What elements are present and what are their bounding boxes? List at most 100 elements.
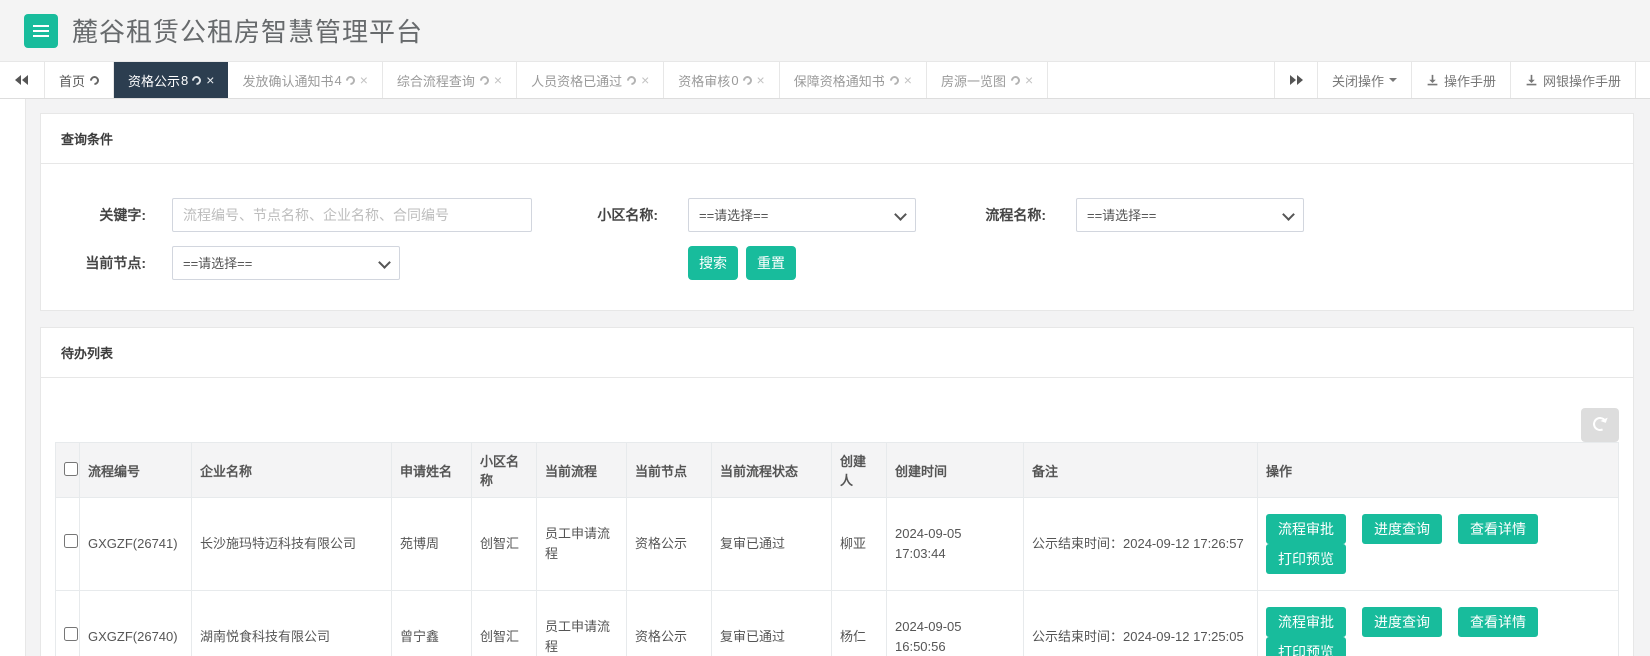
scroll-tabs-left-button[interactable]	[0, 62, 45, 98]
clipped-tab-tool[interactable]: 回	[1635, 62, 1650, 98]
col-header-code: 流程编号	[80, 443, 192, 498]
refresh-tab-icon[interactable]	[888, 74, 901, 87]
tab-bar: 首页 资格公示8 × 发放确认通知书4 × 综合流程查询 × 人员资格已通过 ×…	[0, 62, 1650, 99]
cell-code: GXGZF(26740)	[80, 591, 192, 656]
download-icon	[1525, 74, 1538, 87]
tab-comprehensive-flow-query[interactable]: 综合流程查询 ×	[383, 62, 517, 98]
refresh-tab-icon[interactable]	[1009, 74, 1022, 87]
row-checkbox[interactable]	[64, 627, 78, 641]
cell-remark: 公示结束时间：2024-09-12 17:25:05	[1024, 591, 1258, 656]
col-header-community: 小区名称	[472, 443, 537, 498]
current-node-label: 当前节点:	[56, 253, 146, 273]
tab-issue-confirmation-notice[interactable]: 发放确认通知书4 ×	[228, 62, 382, 98]
scroll-tabs-right-button[interactable]	[1274, 62, 1317, 98]
table-header-row: 流程编号 企业名称 申请姓名 小区名称 当前流程 当前节点 当前流程状态 创建人…	[56, 443, 1619, 498]
search-panel: 查询条件 关键字: 小区名称: ==请选择== 流程名称: ==请选择==	[40, 113, 1634, 311]
cell-community: 创智汇	[472, 591, 537, 656]
close-tab-icon[interactable]: ×	[641, 73, 649, 87]
search-panel-title: 查询条件	[41, 114, 1633, 164]
double-chevron-left-icon	[15, 75, 21, 85]
node-select-wrapper: ==请选择==	[172, 246, 400, 280]
double-chevron-right-icon	[1290, 75, 1296, 85]
page-title: 麓谷租赁公租房智慧管理平台	[72, 12, 423, 49]
cell-node: 资格公示	[627, 591, 712, 656]
cell-creator: 柳亚	[832, 498, 887, 591]
cell-actions: 流程审批进度查询查看详情打印预览	[1258, 591, 1619, 656]
community-select[interactable]: ==请选择==	[688, 198, 916, 232]
todo-panel: 待办列表 流程编号	[40, 327, 1634, 656]
flow-name-label: 流程名称:	[916, 205, 1046, 225]
close-tab-icon[interactable]: ×	[757, 73, 765, 87]
close-tab-icon[interactable]: ×	[1025, 73, 1033, 87]
view-details-button[interactable]: 查看详情	[1458, 514, 1538, 544]
refresh-table-button[interactable]	[1581, 408, 1619, 442]
view-details-button[interactable]: 查看详情	[1458, 607, 1538, 637]
print-preview-button[interactable]: 打印预览	[1266, 544, 1346, 574]
cell-applicant: 曾宁鑫	[392, 591, 472, 656]
cell-company: 长沙施玛特迈科技有限公司	[192, 498, 392, 591]
refresh-icon	[1591, 415, 1609, 433]
col-header-creator: 创建人	[832, 443, 887, 498]
progress-query-button[interactable]: 进度查询	[1362, 607, 1442, 637]
community-select-wrapper: ==请选择==	[688, 198, 916, 232]
close-tab-icon[interactable]: ×	[494, 73, 502, 87]
operation-manual-button[interactable]: 操作手册	[1411, 62, 1510, 98]
table-row: GXGZF(26740) 湖南悦食科技有限公司 曾宁鑫 创智汇 员工申请流程 资…	[56, 591, 1619, 656]
refresh-tab-icon[interactable]	[478, 74, 491, 87]
todo-table: 流程编号 企业名称 申请姓名 小区名称 当前流程 当前节点 当前流程状态 创建人…	[55, 442, 1619, 656]
refresh-tab-icon[interactable]	[88, 74, 101, 87]
cell-creator: 杨仁	[832, 591, 887, 656]
close-tab-icon[interactable]: ×	[360, 73, 368, 87]
hamburger-icon	[33, 25, 49, 27]
cell-flow: 员工申请流程	[537, 591, 627, 656]
hamburger-menu-button[interactable]	[24, 14, 58, 48]
col-header-remark: 备注	[1024, 443, 1258, 498]
flow-approve-button[interactable]: 流程审批	[1266, 607, 1346, 637]
tab-home[interactable]: 首页	[45, 62, 114, 98]
bank-operation-manual-button[interactable]: 网银操作手册	[1510, 62, 1635, 98]
col-header-node: 当前节点	[627, 443, 712, 498]
tab-personnel-qualification-passed[interactable]: 人员资格已通过 ×	[517, 62, 664, 98]
app-header: 麓谷租赁公租房智慧管理平台	[0, 0, 1650, 62]
col-header-created: 创建时间	[887, 443, 1024, 498]
refresh-tab-icon[interactable]	[344, 74, 357, 87]
refresh-tab-icon[interactable]	[625, 74, 638, 87]
community-label: 小区名称:	[532, 205, 658, 225]
cell-community: 创智汇	[472, 498, 537, 591]
refresh-tab-icon[interactable]	[190, 74, 203, 87]
cell-code: GXGZF(26741)	[80, 498, 192, 591]
cell-status: 复审已通过	[712, 498, 832, 591]
keyword-label: 关键字:	[56, 205, 146, 225]
refresh-tab-icon[interactable]	[741, 74, 754, 87]
select-all-checkbox[interactable]	[64, 462, 78, 476]
tab-housing-overview[interactable]: 房源一览图 ×	[927, 62, 1048, 98]
col-header-applicant: 申请姓名	[392, 443, 472, 498]
progress-query-button[interactable]: 进度查询	[1362, 514, 1442, 544]
close-operations-dropdown[interactable]: 关闭操作	[1317, 62, 1411, 98]
col-header-actions: 操作	[1258, 443, 1619, 498]
table-toolbar	[55, 390, 1619, 442]
col-header-company: 企业名称	[192, 443, 392, 498]
flow-approve-button[interactable]: 流程审批	[1266, 514, 1346, 544]
close-tab-icon[interactable]: ×	[206, 73, 214, 87]
row-checkbox[interactable]	[64, 534, 78, 548]
caret-down-icon	[1389, 78, 1397, 86]
todo-panel-title: 待办列表	[41, 328, 1633, 378]
tab-qualification-publicity[interactable]: 资格公示8 ×	[114, 62, 228, 98]
flow-select[interactable]: ==请选择==	[1076, 198, 1304, 232]
tab-qualification-review[interactable]: 资格审核0 ×	[664, 62, 779, 98]
close-tab-icon[interactable]: ×	[904, 73, 912, 87]
print-preview-button[interactable]: 打印预览	[1266, 637, 1346, 656]
cell-actions: 流程审批进度查询查看详情打印预览	[1258, 498, 1619, 591]
tab-guarantee-qualification-notice[interactable]: 保障资格通知书 ×	[780, 62, 927, 98]
cell-flow: 员工申请流程	[537, 498, 627, 591]
search-button[interactable]: 搜索	[688, 246, 738, 280]
reset-button[interactable]: 重置	[746, 246, 796, 280]
cell-company: 湖南悦食科技有限公司	[192, 591, 392, 656]
flow-select-wrapper: ==请选择==	[1076, 198, 1304, 232]
cell-status: 复审已通过	[712, 591, 832, 656]
cell-node: 资格公示	[627, 498, 712, 591]
download-icon	[1426, 74, 1439, 87]
keyword-input[interactable]	[172, 198, 532, 232]
node-select[interactable]: ==请选择==	[172, 246, 400, 280]
